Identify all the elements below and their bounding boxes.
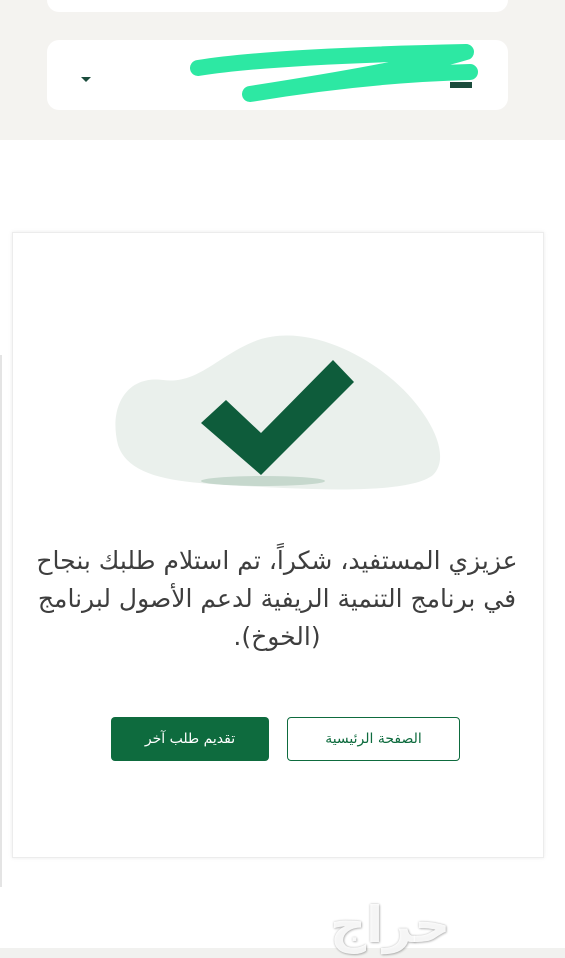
watermark: حراج (330, 896, 451, 954)
shadow-ellipse (201, 476, 325, 486)
success-illustration (115, 335, 441, 490)
redaction-scribble (190, 44, 478, 102)
left-divider (0, 355, 2, 887)
home-button[interactable]: الصفحة الرئيسية (287, 717, 460, 761)
confirmation-message: عزيزي المستفيد، شكراً، تم استلام طلبك بن… (36, 546, 518, 651)
background-blob (115, 335, 441, 490)
chevron-down-icon[interactable] (81, 77, 91, 82)
top-card (47, 0, 508, 12)
bottom-band (0, 948, 565, 958)
new-request-button[interactable]: تقديم طلب آخر (111, 717, 269, 761)
